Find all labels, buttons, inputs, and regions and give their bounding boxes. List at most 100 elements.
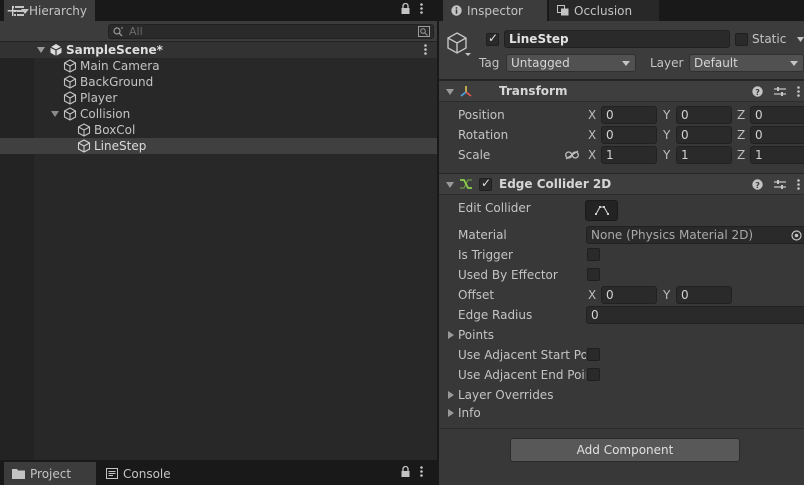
transform-header[interactable]: Transform ? <box>439 80 804 102</box>
scale-y-field[interactable]: 1 <box>676 146 732 164</box>
rotation-label: Rotation <box>458 128 509 142</box>
scale-x-field[interactable]: 1 <box>601 146 657 164</box>
axis-z-label[interactable]: Z <box>737 147 745 163</box>
foldout-open-icon[interactable] <box>51 111 59 117</box>
tree-row-linestep[interactable]: LineStep <box>0 138 437 154</box>
foldout-closed-icon[interactable] <box>448 331 454 339</box>
tab-console[interactable]: Console <box>98 462 208 485</box>
layer-overrides-label[interactable]: Layer Overrides <box>458 387 553 403</box>
tag-label: Tag <box>479 56 500 70</box>
tree-item-label: Player <box>80 91 118 105</box>
tab-project-label: Project <box>30 466 72 481</box>
tree-row-boxcol[interactable]: BoxCol <box>0 122 437 138</box>
rotation-x-field[interactable]: 0 <box>601 126 657 144</box>
tree-row-background[interactable]: BackGround <box>0 74 437 90</box>
use-adjacent-start-checkbox[interactable] <box>587 348 600 361</box>
kebab-menu-icon[interactable] <box>797 178 800 190</box>
kebab-menu-icon[interactable] <box>797 85 800 97</box>
transform-title: Transform <box>499 84 568 98</box>
position-y-field[interactable]: 0 <box>676 106 732 124</box>
edge-collider-title: Edge Collider 2D <box>499 177 612 191</box>
lock-icon[interactable] <box>401 3 410 14</box>
rotation-z-field[interactable]: 0 <box>750 126 804 144</box>
offset-y-field[interactable]: 0 <box>676 286 732 304</box>
points-label[interactable]: Points <box>458 327 494 343</box>
use-adjacent-end-checkbox[interactable] <box>587 368 600 381</box>
axis-y-label[interactable]: Y <box>663 287 670 303</box>
tree-row-collision[interactable]: Collision <box>0 106 437 122</box>
foldout-open-icon[interactable] <box>446 182 454 188</box>
scale-z-field[interactable]: 1 <box>750 146 804 164</box>
info-label[interactable]: Info <box>458 405 481 421</box>
axis-x-label[interactable]: X <box>588 127 596 143</box>
offset-x-field[interactable]: 0 <box>601 286 657 304</box>
search-icon <box>113 27 124 37</box>
add-object-button[interactable]: + <box>6 2 30 20</box>
tab-inspector-label: Inspector <box>467 3 523 18</box>
foldout-closed-icon[interactable] <box>448 391 454 399</box>
preset-icon[interactable] <box>774 179 786 190</box>
is-trigger-checkbox[interactable] <box>587 248 600 261</box>
axis-x-label[interactable]: X <box>588 287 596 303</box>
layer-dropdown[interactable]: Default <box>689 54 804 72</box>
edge-collider-enabled-checkbox[interactable] <box>479 176 492 191</box>
material-object-field[interactable]: None (Physics Material 2D) <box>586 226 804 244</box>
object-name-field[interactable]: LineStep <box>504 30 730 48</box>
axis-z-label[interactable]: Z <box>737 127 745 143</box>
gameobject-icon <box>63 75 77 89</box>
tree-row-scene[interactable]: SampleScene* <box>0 42 437 58</box>
axis-z-label[interactable]: Z <box>737 107 745 123</box>
axis-y-label[interactable]: Y <box>663 107 670 123</box>
foldout-open-icon[interactable] <box>37 47 45 53</box>
tab-occlusion[interactable]: Occlusion <box>549 0 659 21</box>
kebab-menu-icon[interactable] <box>420 466 423 477</box>
kebab-menu-icon[interactable] <box>424 44 427 55</box>
foldout-open-icon[interactable] <box>446 89 454 95</box>
help-icon[interactable]: ? <box>752 85 763 97</box>
gameobject-icon <box>63 59 77 73</box>
used-by-effector-checkbox[interactable] <box>587 268 600 281</box>
axis-y-label[interactable]: Y <box>663 127 670 143</box>
help-icon[interactable]: ? <box>752 178 763 190</box>
search-scene-icon[interactable] <box>418 26 430 37</box>
object-picker-icon[interactable] <box>791 230 802 241</box>
material-label: Material <box>458 228 507 242</box>
position-x-field[interactable]: 0 <box>601 106 657 124</box>
panel-splitter[interactable] <box>437 0 439 485</box>
edit-collider-button[interactable] <box>585 200 618 221</box>
edit-collider-icon <box>595 205 609 216</box>
tree-item-label: Main Camera <box>80 59 160 73</box>
tree-row-main-camera[interactable]: Main Camera <box>0 58 437 74</box>
use-adjacent-start-label: Use Adjacent Start Poi <box>458 348 586 362</box>
tab-occlusion-label: Occlusion <box>574 3 633 18</box>
lock-icon[interactable] <box>401 466 410 477</box>
foldout-closed-icon[interactable] <box>448 409 454 417</box>
edge-radius-field[interactable]: 0 <box>586 306 804 324</box>
layer-label: Layer <box>650 56 684 70</box>
tree-row-player[interactable]: Player <box>0 90 437 106</box>
position-z-field[interactable]: 0 <box>750 106 804 124</box>
unity-scene-icon <box>49 43 63 57</box>
static-dropdown-icon[interactable] <box>797 37 804 42</box>
tree-item-label: SampleScene* <box>66 43 163 57</box>
kebab-menu-icon[interactable] <box>420 3 423 14</box>
tab-project[interactable]: Project <box>4 462 96 485</box>
axis-x-label[interactable]: X <box>588 147 596 163</box>
transform-icon <box>459 84 473 98</box>
svg-text:?: ? <box>755 180 760 189</box>
static-checkbox[interactable] <box>735 33 748 46</box>
constrain-proportions-icon[interactable] <box>565 150 579 160</box>
hierarchy-search-input[interactable]: All <box>108 24 434 39</box>
active-checkbox[interactable] <box>486 31 499 46</box>
divider <box>439 428 804 429</box>
rotation-y-field[interactable]: 0 <box>676 126 732 144</box>
edge-collider-header[interactable]: Edge Collider 2D ? <box>439 173 804 195</box>
preset-icon[interactable] <box>774 86 786 97</box>
gameobject-large-icon[interactable] <box>446 31 472 57</box>
add-component-button[interactable]: Add Component <box>510 438 740 462</box>
axis-x-label[interactable]: X <box>588 107 596 123</box>
tab-inspector[interactable]: Inspector <box>443 0 547 21</box>
edge-radius-label: Edge Radius <box>458 308 533 322</box>
axis-y-label[interactable]: Y <box>663 147 670 163</box>
tag-dropdown[interactable]: Untagged <box>506 54 636 72</box>
